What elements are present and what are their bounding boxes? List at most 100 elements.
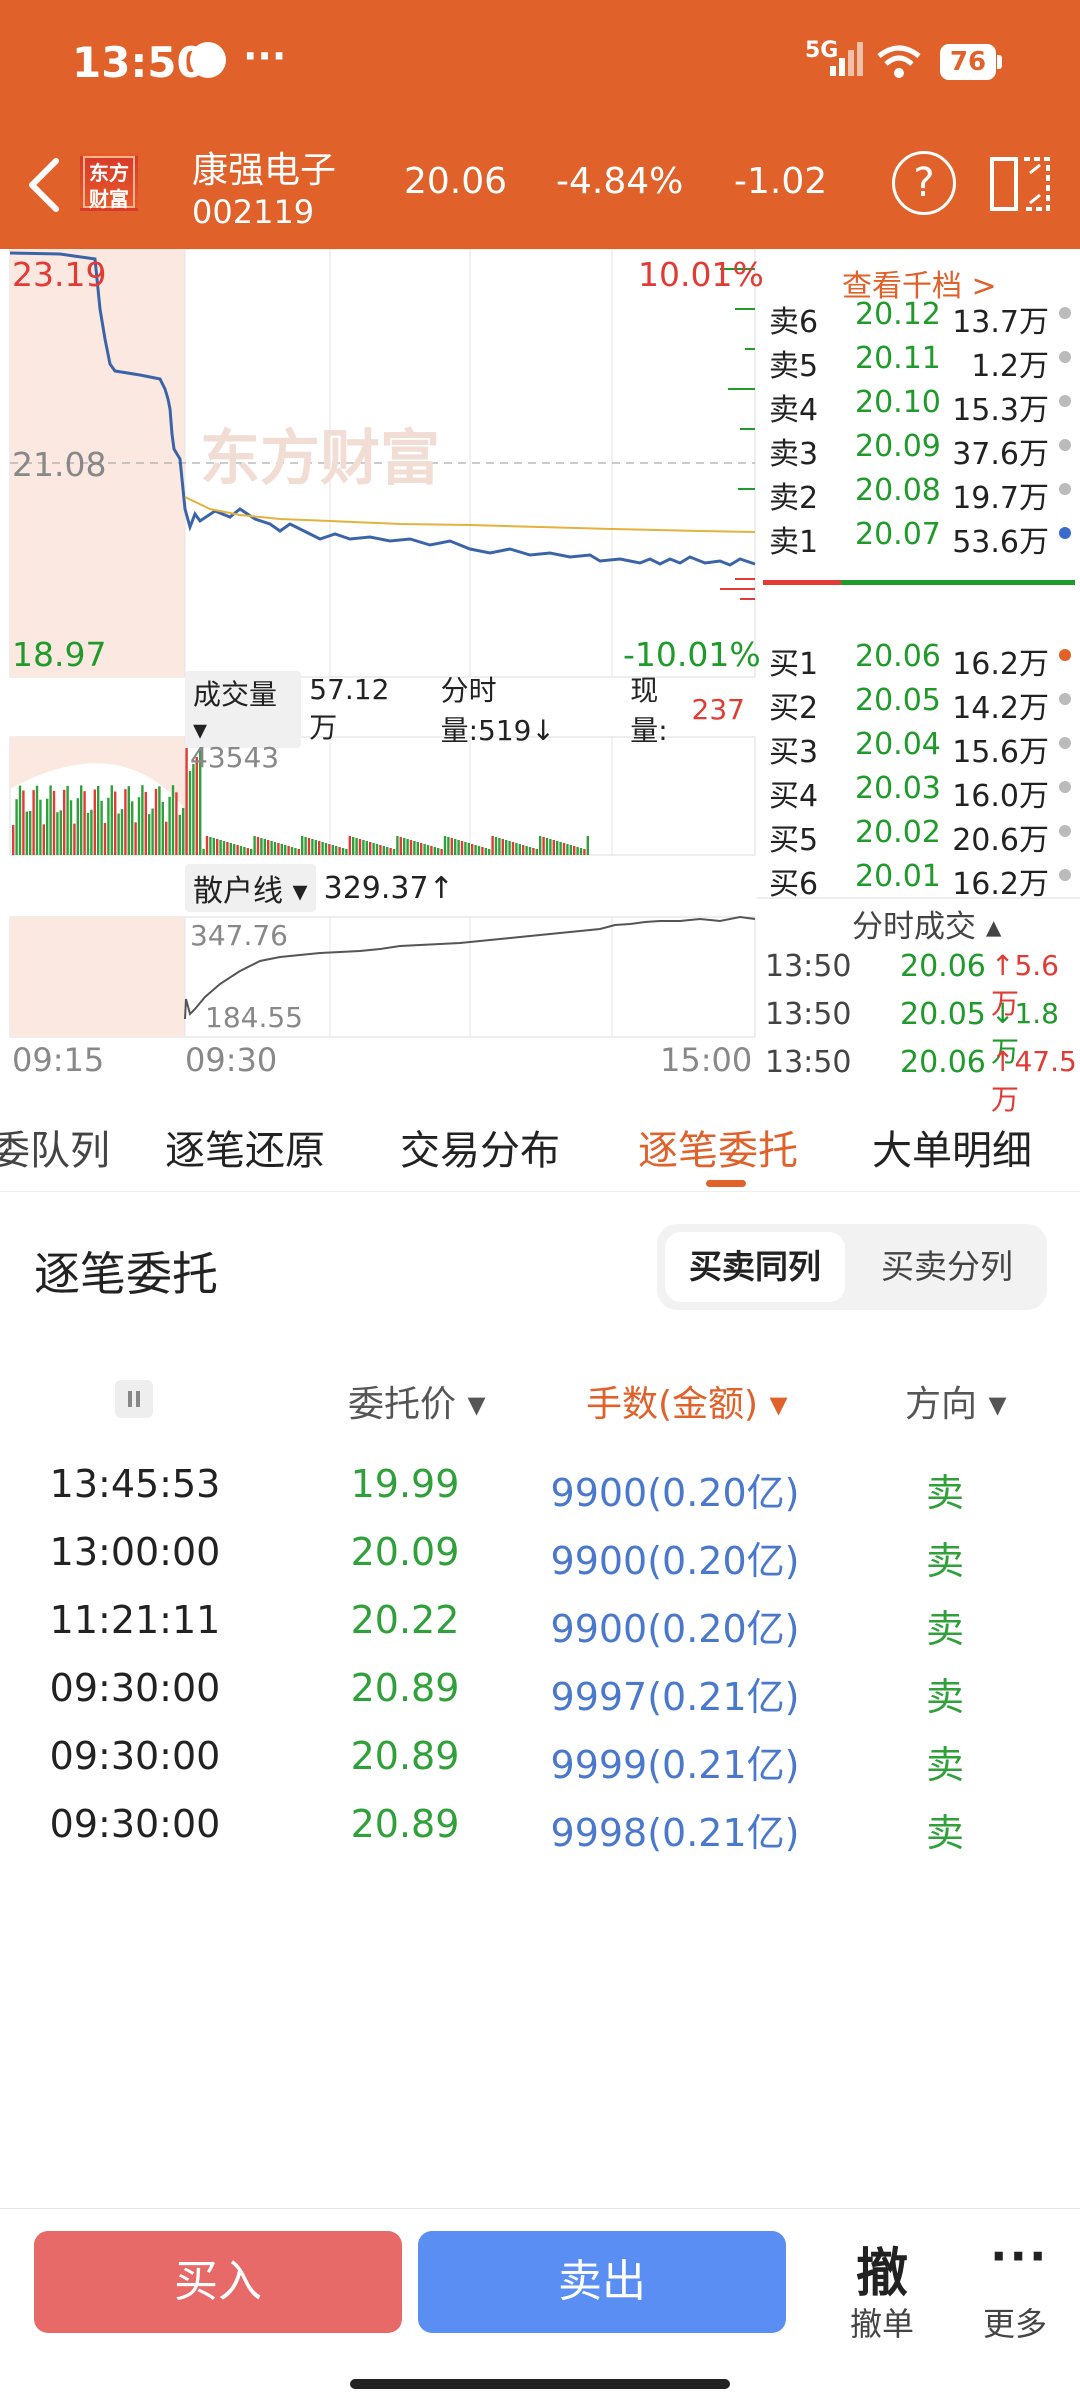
- volume-bar: [270, 841, 273, 855]
- trade-time: 13:50: [765, 1045, 852, 1080]
- volume-bar: [321, 842, 324, 855]
- volume-bar: [450, 838, 453, 855]
- col-direction-header[interactable]: 方向 ▾: [905, 1375, 1007, 1427]
- cancel-order-icon[interactable]: 撤: [856, 2231, 908, 2306]
- wifi-icon: [877, 45, 921, 78]
- tab-trade-distribution[interactable]: 交易分布: [400, 1118, 560, 1176]
- volume-bar: [396, 836, 399, 855]
- more-icon[interactable]: ···: [990, 2229, 1048, 2283]
- volume-bar: [260, 838, 263, 855]
- order-time: 13:00:00: [49, 1530, 221, 1574]
- volume-bar: [49, 785, 52, 855]
- bid-price: 20.01: [855, 859, 941, 894]
- volume-bar: [426, 845, 430, 855]
- help-button[interactable]: ?: [892, 151, 956, 215]
- bid-volume: 20.6万: [952, 823, 1049, 858]
- volume-bar: [137, 797, 141, 855]
- volume-bar: [464, 842, 467, 855]
- volume-bar: [178, 814, 181, 855]
- order-row[interactable]: 11:21:11 20.22 9900(0.20亿) 卖: [0, 1598, 1080, 1666]
- seg-same-column[interactable]: 买卖同列: [665, 1232, 845, 1302]
- trade-price: 20.05: [900, 997, 986, 1032]
- stock-code: 002119: [192, 193, 315, 231]
- layout-switch-icon[interactable]: [986, 151, 1056, 217]
- sell-button[interactable]: 卖出: [418, 2231, 786, 2333]
- seg-split-column[interactable]: 买卖分列: [857, 1232, 1037, 1302]
- order-row[interactable]: 09:30:00 20.89 9999(0.21亿) 卖: [0, 1734, 1080, 1802]
- bottom-action-bar: 买入 卖出 撤 撤单 ··· 更多: [0, 2208, 1080, 2400]
- trade-time: 13:50: [765, 997, 852, 1032]
- bid-row[interactable]: 买6 20.01 16.2万: [763, 855, 1075, 897]
- volume-bar: [372, 843, 375, 855]
- order-row[interactable]: 13:00:00 20.09 9900(0.20亿) 卖: [0, 1530, 1080, 1598]
- bid-row[interactable]: 买4 20.03 16.0万: [763, 767, 1075, 814]
- order-volume: 9900(0.20亿): [550, 1607, 800, 1651]
- volume-bar: [403, 838, 406, 855]
- bid-volume: 15.6万: [952, 735, 1049, 770]
- volume-bar: [148, 814, 151, 855]
- volume-bar: [409, 840, 413, 855]
- back-icon[interactable]: [22, 153, 68, 217]
- volume-bar: [52, 790, 56, 855]
- bid-row[interactable]: 买1 20.06 16.2万: [763, 635, 1075, 682]
- retail-selector[interactable]: 散户线 ▾: [185, 864, 316, 912]
- tab-large-orders[interactable]: 大单明细: [872, 1118, 1032, 1176]
- bid-row[interactable]: 买2 20.05 14.2万: [763, 679, 1075, 726]
- home-indicator[interactable]: [350, 2379, 730, 2389]
- more-label[interactable]: 更多: [983, 2299, 1047, 2345]
- bid-row[interactable]: 买3 20.04 15.6万: [763, 723, 1075, 770]
- volume-bar: [93, 789, 96, 855]
- volume-bar: [549, 839, 552, 855]
- price-high-label: 23.19: [12, 255, 107, 294]
- tab-queue[interactable]: 委队列: [0, 1118, 110, 1176]
- volume-bar: [365, 841, 368, 855]
- volume-bar: [277, 843, 280, 855]
- volume-bar: [158, 786, 161, 855]
- volume-selector[interactable]: 成交量 ▾: [185, 670, 302, 748]
- col-price-header[interactable]: 委托价 ▾: [348, 1375, 486, 1427]
- bid-dot-icon: [1059, 869, 1071, 881]
- order-direction: 卖: [925, 1539, 964, 1583]
- volume-bar: [29, 810, 32, 855]
- volume-bar: [481, 847, 484, 855]
- volume-bar: [583, 849, 586, 855]
- volume-bar: [226, 842, 229, 855]
- bid-label: 买2: [769, 691, 819, 726]
- volume-bar: [25, 811, 28, 855]
- order-row[interactable]: 13:45:53 19.99 9900(0.20亿) 卖: [0, 1462, 1080, 1530]
- time-open: 09:30: [185, 1041, 278, 1079]
- volume-bar: [42, 824, 45, 855]
- volume-bar: [505, 840, 508, 855]
- volume-bar: [576, 847, 579, 855]
- tab-order-by-order[interactable]: 逐笔委托: [638, 1118, 798, 1176]
- volume-bar: [355, 838, 358, 855]
- order-row[interactable]: 09:30:00 20.89 9997(0.21亿) 卖: [0, 1666, 1080, 1734]
- volume-bar: [545, 838, 549, 855]
- detail-tabs: 委队列 逐笔还原 交易分布 逐笔委托 大单明细: [0, 1092, 1080, 1192]
- order-price: 20.89: [350, 1734, 460, 1778]
- volume-bar: [63, 789, 66, 855]
- volume-bar: [18, 785, 22, 855]
- volume-bar: [246, 848, 249, 855]
- tab-tick-restore[interactable]: 逐笔还原: [165, 1118, 325, 1176]
- bid-dot-icon: [1059, 693, 1071, 705]
- bid-label: 买6: [769, 867, 819, 897]
- cancel-order-label[interactable]: 撤单: [850, 2299, 914, 2345]
- volume-bar: [124, 789, 127, 855]
- volume-bar: [56, 812, 59, 855]
- order-row[interactable]: 09:30:00 20.89 9998(0.21亿) 卖: [0, 1802, 1080, 1870]
- volume-bar: [171, 785, 175, 855]
- order-volume: 9997(0.21亿): [550, 1675, 800, 1719]
- retail-value: 329.37↑: [323, 870, 454, 906]
- col-volume-header[interactable]: 手数(金额) ▾: [586, 1375, 788, 1427]
- trades-title[interactable]: 分时成交 ▴: [852, 901, 1001, 946]
- bid-dot-icon: [1059, 649, 1071, 661]
- buy-button[interactable]: 买入: [34, 2231, 402, 2333]
- bid-dot-icon: [1059, 781, 1071, 793]
- bid-row[interactable]: 买5 20.02 20.6万: [763, 811, 1075, 858]
- volume-bar: [127, 786, 130, 855]
- volume-bar: [66, 785, 69, 855]
- volume-bar: [73, 823, 76, 855]
- volume-bar: [413, 841, 416, 855]
- pause-icon[interactable]: [115, 1380, 153, 1418]
